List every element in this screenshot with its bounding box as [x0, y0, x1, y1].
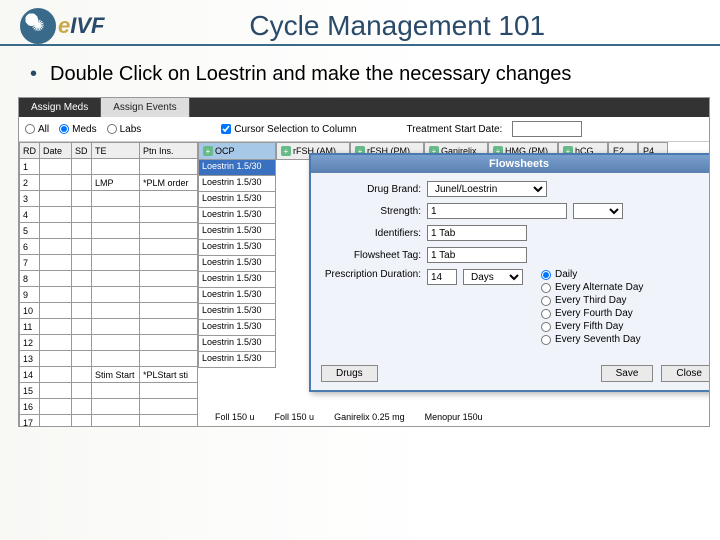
col-ins: Ptn Ins.	[140, 143, 198, 159]
ident-label: Identifiers:	[321, 228, 421, 239]
app-window: Assign Meds Assign Events All Meds Labs …	[18, 97, 710, 427]
drugs-button[interactable]: Drugs	[321, 365, 378, 382]
freq-seventh[interactable]: Every Seventh Day	[541, 334, 643, 345]
filter-all[interactable]: All	[25, 124, 49, 135]
dur-unit-select[interactable]: Days	[463, 269, 523, 285]
ident-input[interactable]	[427, 225, 527, 241]
strength-label: Strength:	[321, 206, 421, 217]
freq-daily[interactable]: Daily	[541, 269, 643, 280]
ocp-cell[interactable]: Loestrin 1.5/30	[198, 192, 276, 208]
ocp-cell[interactable]: Loestrin 1.5/30	[198, 256, 276, 272]
treatment-start-input[interactable]	[512, 121, 582, 137]
brand-label: Drug Brand:	[321, 184, 421, 195]
flow-label: Flowsheet Tag:	[321, 250, 421, 261]
filter-labs[interactable]: Labs	[107, 124, 142, 135]
filter-meds[interactable]: Meds	[59, 124, 96, 135]
brand-select[interactable]: Junel/Loestrin	[427, 181, 547, 197]
cursor-selection-checkbox[interactable]: Cursor Selection to Column	[221, 124, 356, 135]
freq-fifth[interactable]: Every Fifth Day	[541, 321, 643, 332]
treatment-start-label: Treatment Start Date:	[407, 124, 503, 135]
page-title: Cycle Management 101	[104, 10, 700, 42]
ocp-cell[interactable]: Loestrin 1.5/30	[198, 352, 276, 368]
strength-input[interactable]	[427, 203, 567, 219]
tab-assign-events[interactable]: Assign Events	[101, 98, 189, 117]
footer-meds: Foll 150 u Foll 150 u Ganirelix 0.25 mg …	[209, 410, 489, 424]
logo: eIVF	[20, 8, 104, 44]
col-rd: RD	[20, 143, 40, 159]
ocp-cell[interactable]: Loestrin 1.5/30	[198, 176, 276, 192]
instruction-bullet: Double Click on Loestrin and make the ne…	[0, 54, 720, 97]
col-ocp[interactable]: +OCP	[198, 142, 276, 160]
ocp-cell[interactable]: Loestrin 1.5/30	[198, 208, 276, 224]
flowsheets-dialog: Flowsheets Drug Brand: Junel/Loestrin St…	[309, 153, 710, 392]
dur-input[interactable]	[427, 269, 457, 285]
ocp-cell[interactable]: Loestrin 1.5/30	[198, 160, 276, 176]
dur-label: Prescription Duration:	[321, 269, 421, 280]
strength-unit-select[interactable]	[573, 203, 623, 219]
plus-icon: +	[203, 146, 213, 156]
ocp-cell[interactable]: Loestrin 1.5/30	[198, 288, 276, 304]
ocp-cell[interactable]: Loestrin 1.5/30	[198, 240, 276, 256]
ocp-cell[interactable]: Loestrin 1.5/30	[198, 272, 276, 288]
ocp-cell[interactable]: Loestrin 1.5/30	[198, 320, 276, 336]
dialog-title: Flowsheets	[311, 155, 710, 173]
plus-icon: +	[281, 146, 291, 156]
freq-alt[interactable]: Every Alternate Day	[541, 282, 643, 293]
save-button[interactable]: Save	[601, 365, 654, 382]
col-te: TE	[92, 143, 140, 159]
ocp-cell[interactable]: Loestrin 1.5/30	[198, 304, 276, 320]
logo-e: e	[58, 13, 70, 38]
ocp-cells: Loestrin 1.5/30 Loestrin 1.5/30 Loestrin…	[198, 160, 276, 368]
freq-third[interactable]: Every Third Day	[541, 295, 643, 306]
col-date: Date	[40, 143, 72, 159]
close-button[interactable]: Close	[661, 365, 710, 382]
ocp-cell[interactable]: Loestrin 1.5/30	[198, 224, 276, 240]
flow-input[interactable]	[427, 247, 527, 263]
tab-assign-meds[interactable]: Assign Meds	[19, 98, 101, 117]
freq-fourth[interactable]: Every Fourth Day	[541, 308, 643, 319]
frequency-group: Daily Every Alternate Day Every Third Da…	[541, 269, 643, 345]
col-sd: SD	[72, 143, 92, 159]
logo-ivf: IVF	[70, 13, 104, 38]
cycle-grid: RD Date SD TE Ptn Ins. 1 2LMP*PLM order …	[19, 142, 198, 427]
logo-badge	[20, 8, 56, 44]
ocp-cell[interactable]: Loestrin 1.5/30	[198, 336, 276, 352]
